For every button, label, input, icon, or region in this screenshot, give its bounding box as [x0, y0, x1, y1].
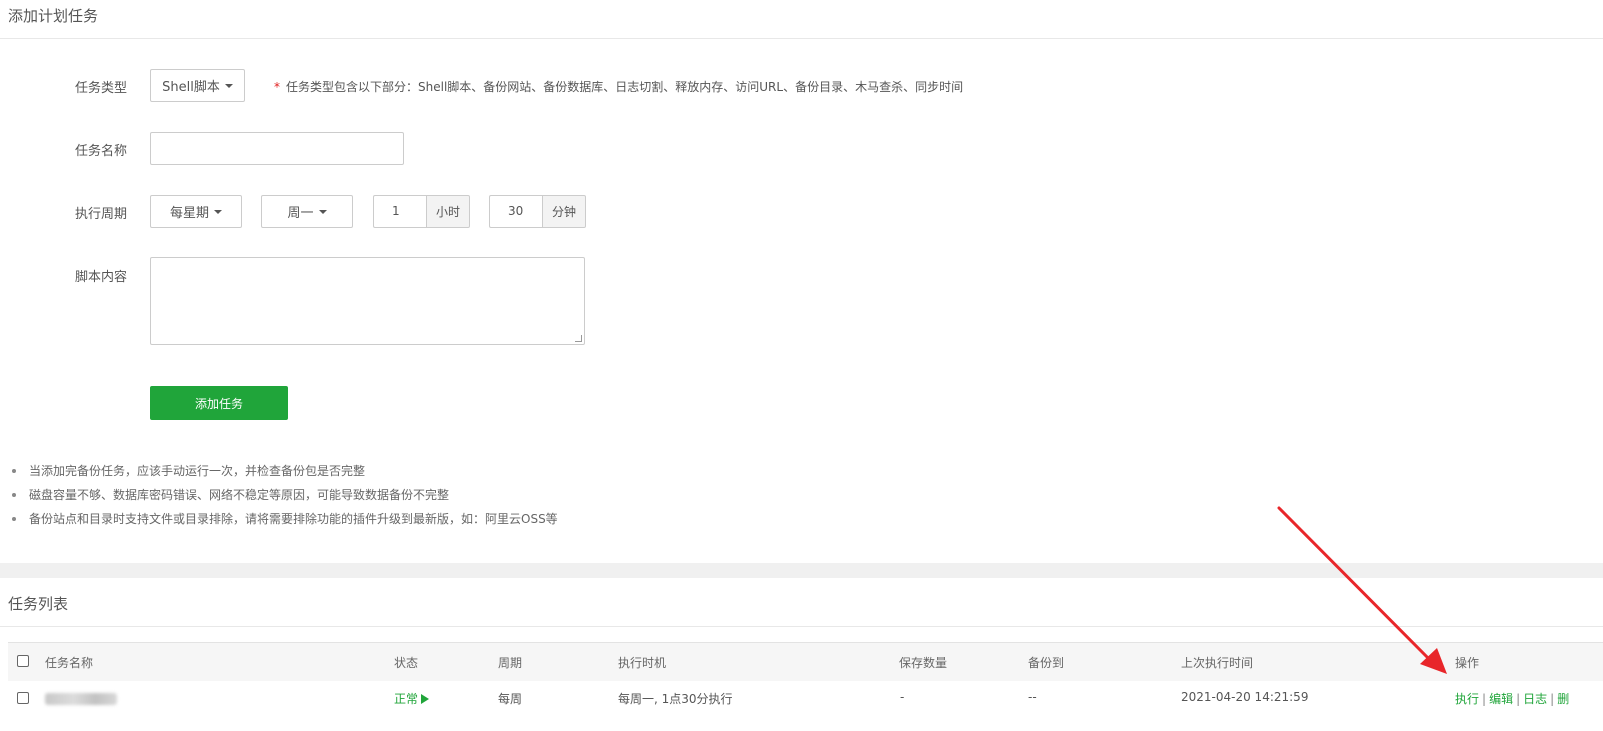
col-name[interactable]: 任务名称 [45, 654, 93, 671]
log-link[interactable]: 日志 [1523, 692, 1547, 706]
hour-unit: 小时 [426, 195, 470, 228]
period-dropdown[interactable]: 每星期 [150, 195, 242, 228]
col-backup-to[interactable]: 备份到 [1028, 654, 1064, 671]
add-task-button[interactable]: 添加任务 [150, 386, 288, 420]
task-name-input[interactable] [150, 132, 404, 165]
period-value: 每星期 [169, 206, 209, 221]
status-badge[interactable]: 正常 [394, 690, 430, 707]
weekday-dropdown[interactable]: 周一 [261, 195, 353, 228]
bottom-strip [0, 715, 1603, 731]
delete-link[interactable]: 删 [1557, 692, 1569, 706]
play-icon [421, 694, 430, 704]
task-list-title: 任务列表 [8, 595, 69, 613]
section-gap [0, 563, 1603, 578]
tips-list: 当添加完备份任务，应该手动运行一次，并检查备份包是否完整 磁盘容量不够、数据库密… [12, 462, 558, 534]
caret-down-icon [214, 209, 222, 214]
table-row: 正常 每周 每周一, 1点30分执行 - -- 2021-04-20 14:21… [8, 681, 1603, 716]
row-last-run: 2021-04-20 14:21:59 [1181, 690, 1309, 704]
tip-item: 备份站点和目录时支持文件或目录排除，请将需要排除功能的插件升级到最新版，如：阿里… [12, 510, 558, 534]
col-keep[interactable]: 保存数量 [899, 654, 947, 671]
row-period: 每周 [498, 692, 523, 706]
col-period[interactable]: 周期 [498, 654, 522, 671]
row-ops: 执行 | 编辑 | 日志 | 删 [1455, 692, 1570, 706]
run-link[interactable]: 执行 [1455, 692, 1479, 706]
minute-unit: 分钟 [542, 195, 586, 228]
script-textarea[interactable] [150, 257, 585, 345]
row-checkbox[interactable] [17, 692, 29, 704]
list-divider [0, 626, 1603, 627]
task-name-label: 任务名称 [75, 144, 128, 159]
script-label: 脚本内容 [75, 270, 128, 285]
annotation-arrow-icon [1277, 506, 1447, 674]
col-last-run[interactable]: 上次执行时间 [1181, 654, 1253, 671]
edit-link[interactable]: 编辑 [1489, 692, 1513, 706]
weekday-value: 周一 [287, 206, 314, 221]
task-type-hint: * 任务类型包含以下部分：Shell脚本、备份网站、备份数据库、日志切割、释放内存… [274, 78, 963, 95]
period-label: 执行周期 [75, 207, 128, 222]
col-exec-time[interactable]: 执行时机 [618, 654, 666, 671]
col-status[interactable]: 状态 [394, 654, 418, 671]
table-header: 任务名称 状态 周期 执行时机 保存数量 备份到 上次执行时间 操作 [8, 642, 1603, 682]
required-star: * [274, 80, 280, 94]
tip-item: 磁盘容量不够、数据库密码错误、网络不稳定等原因，可能导致数据备份不完整 [12, 486, 558, 510]
minute-input[interactable]: 30 [489, 195, 543, 228]
status-text: 正常 [394, 692, 419, 706]
select-all-checkbox[interactable] [17, 655, 29, 667]
resize-handle-icon[interactable] [575, 335, 582, 342]
row-backup-to: -- [1028, 690, 1037, 704]
task-type-hint-text: 任务类型包含以下部分：Shell脚本、备份网站、备份数据库、日志切割、释放内存、… [286, 80, 964, 94]
row-exec-time: 每周一, 1点30分执行 [618, 692, 733, 706]
row-keep: - [900, 690, 905, 704]
task-type-label: 任务类型 [75, 81, 128, 96]
task-name-redacted [45, 693, 117, 708]
col-ops: 操作 [1455, 656, 1480, 670]
caret-down-icon [318, 209, 327, 214]
caret-down-icon [224, 83, 233, 88]
tip-item: 当添加完备份任务，应该手动运行一次，并检查备份包是否完整 [12, 462, 558, 486]
form-title: 添加计划任务 [8, 7, 99, 25]
task-type-value: Shell脚本 [162, 80, 220, 95]
hour-input[interactable]: 1 [373, 195, 427, 228]
title-divider [0, 38, 1603, 39]
task-type-dropdown[interactable]: Shell脚本 [150, 69, 245, 102]
